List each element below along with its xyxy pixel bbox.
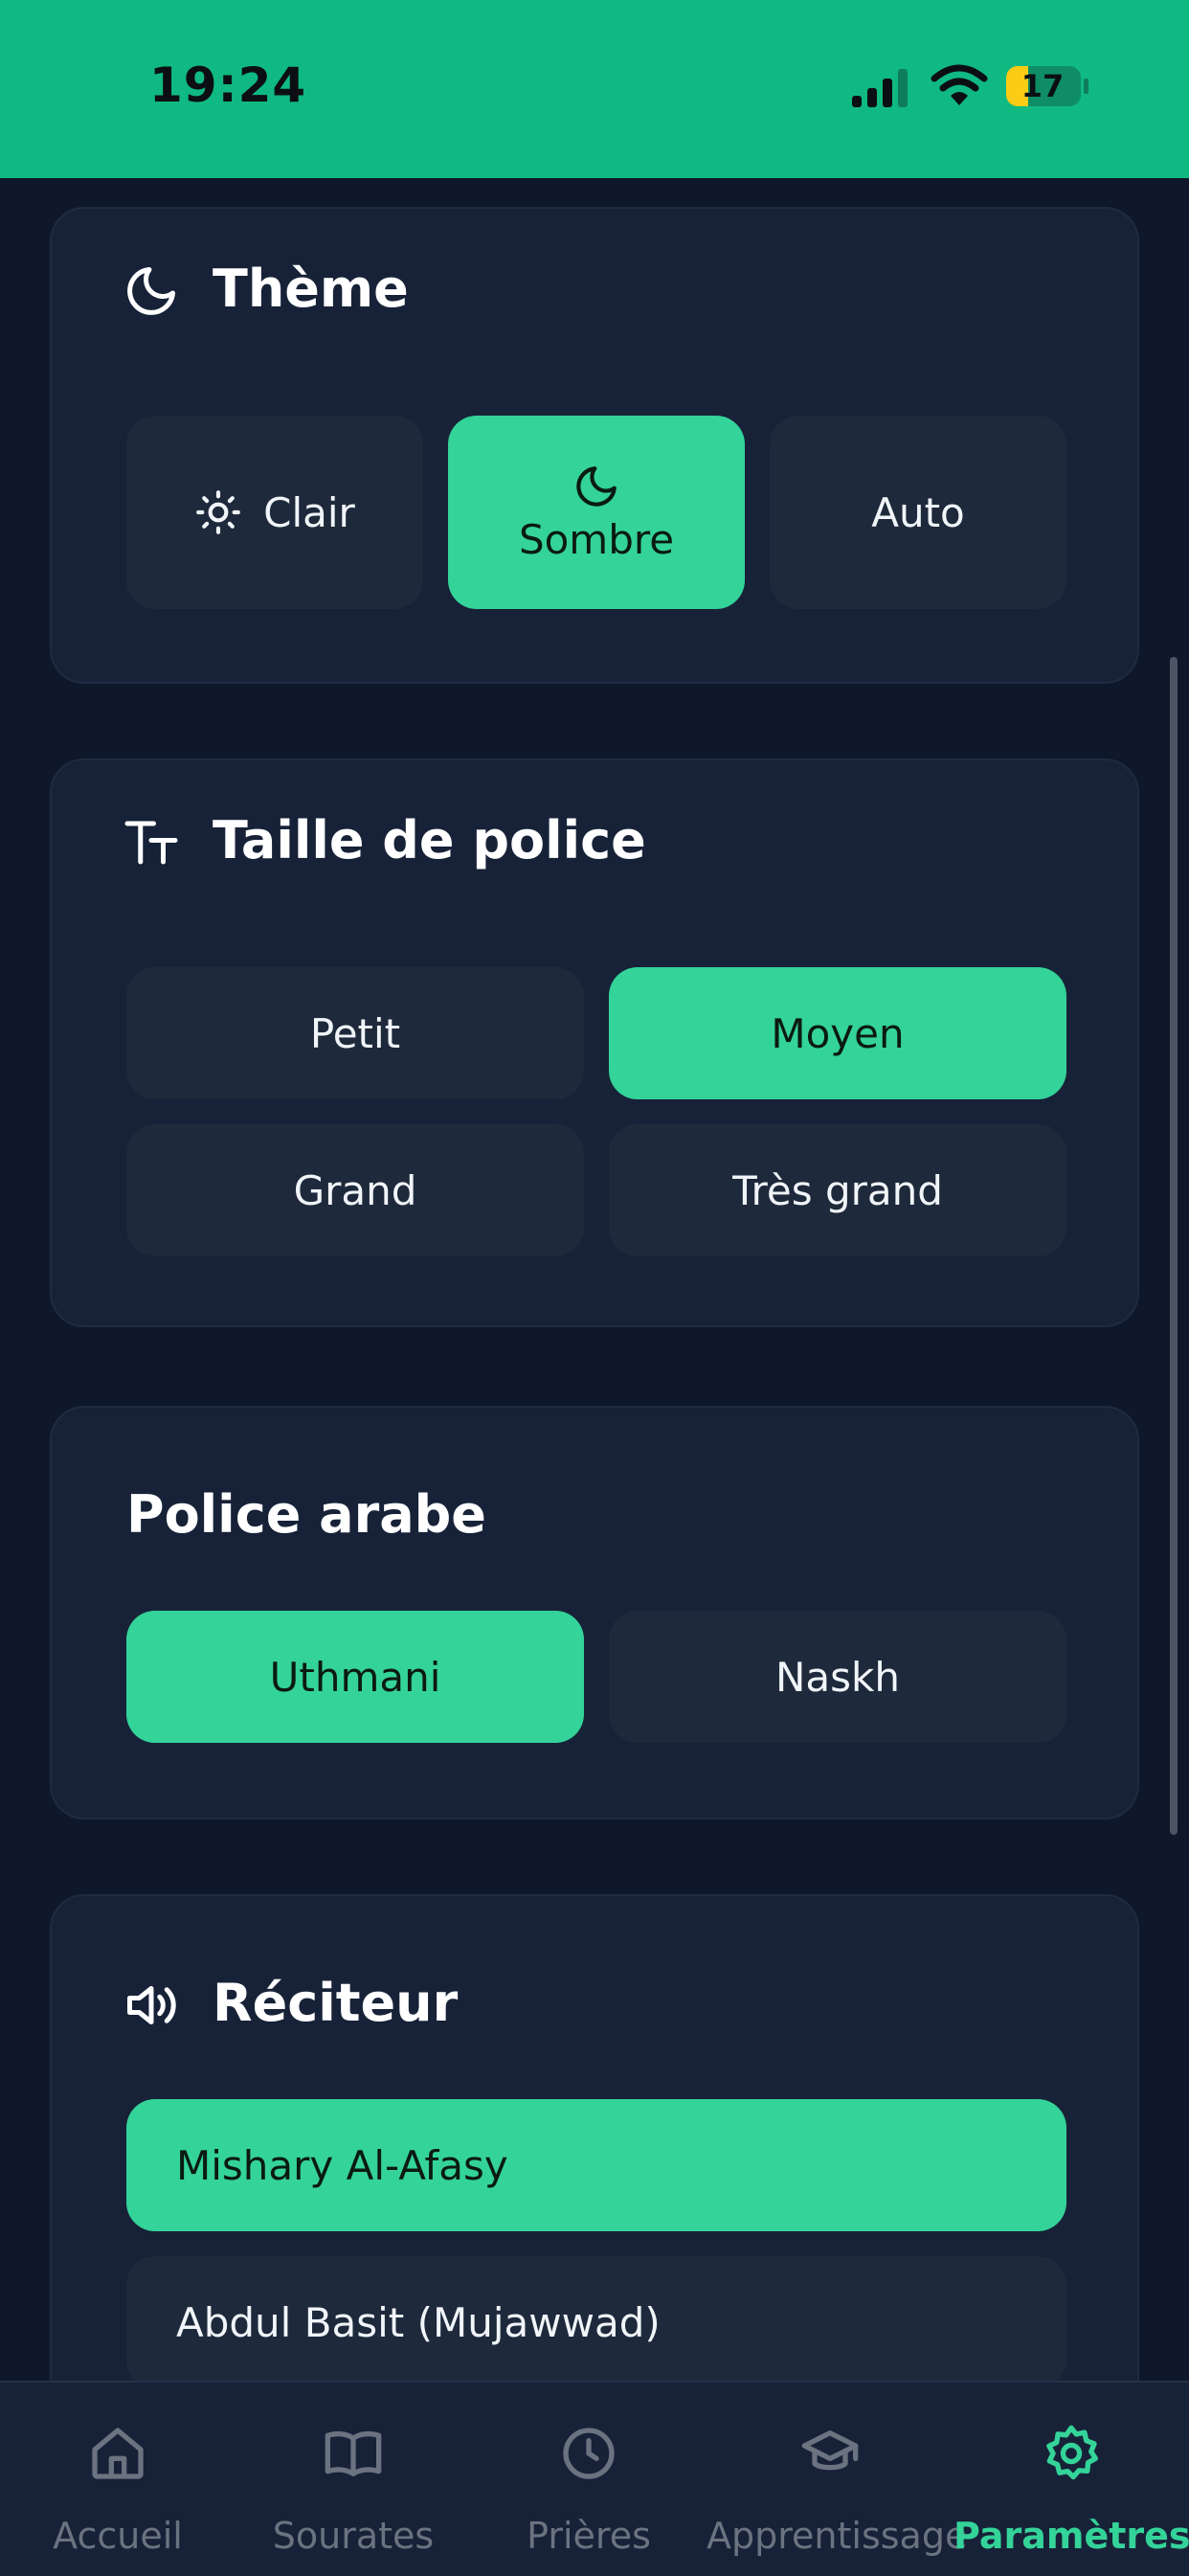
font-size-option-very-large[interactable]: Très grand [609,1124,1066,1256]
font-size-option-medium[interactable]: Moyen [609,967,1066,1099]
settings-content[interactable]: Thème Clair Sombre Auto Taille de police… [0,178,1189,2381]
nav-label-home: Accueil [53,2515,183,2557]
battery-level: 17 [1021,68,1065,104]
status-bar: 19:24 17 [0,0,1189,178]
nav-label-learning: Apprentissage [707,2515,968,2557]
moon-icon [127,267,175,315]
arabic-font-option-uthmani[interactable]: Uthmani [126,1611,584,1743]
theme-option-auto-label: Auto [871,488,965,536]
graduation-cap-icon [801,2430,859,2471]
theme-option-light-label: Clair [263,488,355,536]
theme-card: Thème Clair Sombre Auto [50,207,1139,684]
nav-item-surahs[interactable]: Sourates [236,2383,471,2576]
book-icon [325,2430,382,2476]
arabic-font-card: Police arabe Uthmani Naskh [50,1406,1139,1819]
bottom-nav: Accueil Sourates Prières Apprentissage P… [0,2381,1189,2576]
theme-option-light[interactable]: Clair [126,416,423,609]
nav-label-prayers: Prières [527,2515,651,2557]
arabic-font-option-uthmani-label: Uthmani [269,1653,441,1701]
arabic-font-title: Police arabe [126,1484,486,1545]
font-size-option-medium-label: Moyen [771,1009,905,1057]
signal-icon [852,69,908,107]
wifi-icon [931,64,988,105]
font-size-option-large[interactable]: Grand [126,1124,584,1256]
reciter-option-mishary-label: Mishary Al-Afasy [176,2141,508,2189]
moon-icon [576,465,617,507]
nav-label-surahs: Sourates [272,2515,435,2557]
status-time: 19:24 [149,57,307,113]
theme-option-dark-label: Sombre [518,515,675,563]
font-size-option-large-label: Grand [293,1166,417,1214]
theme-option-dark[interactable]: Sombre [448,416,745,609]
font-size-title: Taille de police [213,810,646,870]
nav-item-home[interactable]: Accueil [0,2383,236,2576]
reciter-option-abdul-basit[interactable]: Abdul Basit (Mujawwad) [126,2256,1066,2381]
font-size-option-small[interactable]: Petit [126,967,584,1099]
reciter-card: Réciteur Mishary Al-Afasy Abdul Basit (M… [50,1894,1139,2381]
nav-item-prayers[interactable]: Prières [471,2383,707,2576]
arabic-font-option-naskh-label: Naskh [775,1653,900,1701]
font-size-option-small-label: Petit [309,1009,401,1057]
theme-title: Thème [213,259,409,319]
clock-icon [563,2428,615,2479]
speaker-icon [127,1986,176,2024]
nav-item-learning[interactable]: Apprentissage [707,2383,968,2576]
reciter-title: Réciteur [213,1973,459,2033]
arabic-font-option-naskh[interactable]: Naskh [609,1611,1066,1743]
theme-option-auto[interactable]: Auto [770,416,1066,609]
scrollbar[interactable] [1170,657,1178,1835]
nav-label-settings: Paramètres [953,2515,1189,2557]
home-icon [92,2428,144,2479]
gear-icon [1046,2425,1098,2480]
reciter-option-mishary[interactable]: Mishary Al-Afasy [126,2099,1066,2231]
reciter-option-abdul-basit-label: Abdul Basit (Mujawwad) [176,2298,661,2346]
text-size-icon [124,821,178,865]
nav-item-settings[interactable]: Paramètres [953,2383,1189,2576]
font-size-option-very-large-label: Très grand [732,1166,943,1214]
sun-icon [196,490,241,534]
font-size-card: Taille de police Petit Moyen Grand Très … [50,758,1139,1327]
